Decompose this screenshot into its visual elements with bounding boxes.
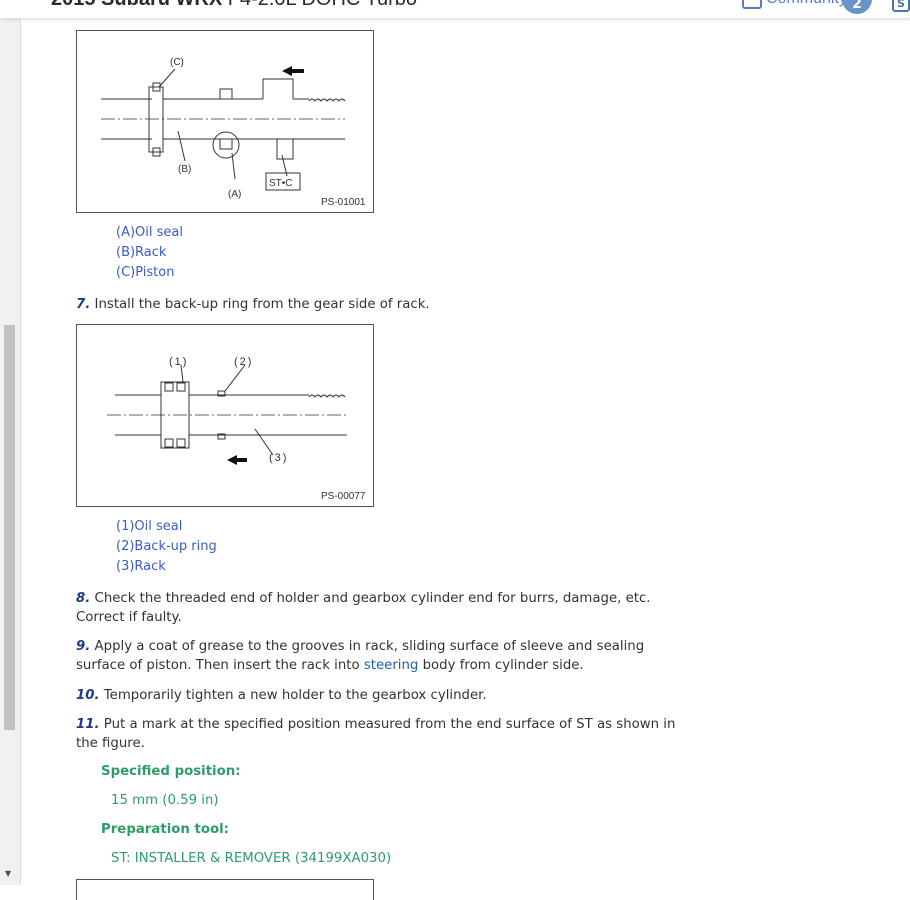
community-count-badge[interactable]: 2 [842, 0, 872, 14]
fig1-label-a: (A) [228, 189, 241, 200]
legend-item: (B)Rack [116, 245, 167, 260]
preparation-tool-label: Preparation tool: [101, 822, 229, 837]
step-8: 8. Check the threaded end of holder and … [76, 591, 651, 625]
legend-item: (C)Piston [116, 265, 175, 280]
fig2-label-1: (1) [169, 356, 188, 368]
step-9: 9. Apply a coat of grease to the grooves… [76, 639, 645, 673]
specified-position-value: 15 mm (0.59 in) [111, 793, 219, 808]
legend-item: (3)Rack [116, 559, 166, 574]
corner-button[interactable]: S [892, 0, 910, 12]
scrollbar-thumb[interactable] [4, 325, 15, 730]
legend-item: (1)Oil seal [116, 519, 183, 534]
preparation-tool-value: ST: INSTALLER & REMOVER (34199XA030) [111, 851, 392, 866]
fig1-label-st: ST•C [269, 178, 293, 189]
fig1-label-c: (C) [170, 57, 184, 68]
scroll-down-arrow-icon[interactable]: ▼ [5, 869, 11, 878]
community-link[interactable]: Community [766, 0, 847, 8]
step-11: 11. Put a mark at the specified position… [76, 717, 676, 751]
figure-oil-seal-install: (C) (B) (A) ST•C PS-01001 [76, 30, 374, 213]
legend-item: (2)Back-up ring [116, 539, 217, 554]
fig1-label-b: (B) [178, 164, 191, 175]
left-scrollbar[interactable]: ▼ [0, 0, 21, 885]
fig2-label-2: (2) [234, 356, 253, 368]
steering-link[interactable]: steering [364, 658, 419, 673]
chat-icon[interactable] [742, 0, 762, 9]
figure2-drawing: (1) (2) (3) [107, 356, 347, 465]
step-10: 10. Temporarily tighten a new holder to … [76, 688, 487, 703]
fig1-code: PS-01001 [321, 197, 366, 208]
fig2-code: PS-00077 [321, 491, 366, 502]
next-figure-frame [76, 879, 374, 900]
figure-backup-ring-install: (1) (2) (3) PS-00077 [76, 324, 374, 507]
fig1-legend: (A)Oil seal (B)Rack (C)Piston [116, 223, 183, 283]
fig2-legend: (1)Oil seal (2)Back-up ring (3)Rack [116, 517, 217, 577]
specified-position-label: Specified position: [101, 764, 241, 779]
legend-item: (A)Oil seal [116, 225, 183, 240]
fig2-label-3: (3) [269, 452, 288, 464]
figure1-drawing: (C) (B) (A) ST•C [101, 57, 346, 200]
step-7: 7. Install the back-up ring from the gea… [76, 297, 430, 312]
top-header: 2015 Subaru WRX F4-2.0L DOHC Turbo Commu… [0, 0, 910, 19]
vehicle-title: 2015 Subaru WRX F4-2.0L DOHC Turbo [51, 0, 417, 11]
